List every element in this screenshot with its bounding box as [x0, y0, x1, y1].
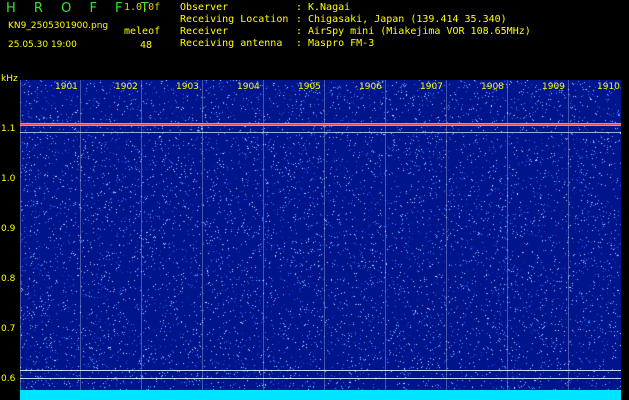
- app-version: 1.0.0f: [124, 2, 161, 13]
- location-key: Receiving Location: [180, 14, 289, 25]
- baseline-strip: [20, 390, 621, 400]
- frequency-unit: kHz: [1, 74, 18, 84]
- minute-gridline: [446, 80, 447, 390]
- time-label: 1907: [420, 82, 443, 92]
- time-label: 1910: [597, 82, 620, 92]
- freq-label: 0.7: [1, 324, 16, 334]
- freq-label: 0.8: [1, 274, 16, 284]
- observation-datetime: 25.05.30 19:00: [8, 40, 77, 50]
- spectrogram: [20, 80, 621, 390]
- freq-label: 0.6: [1, 374, 16, 384]
- observer-sep: :: [296, 2, 303, 13]
- reference-line: [20, 378, 621, 379]
- time-label: 1908: [481, 82, 504, 92]
- observer-key: Observer: [180, 2, 229, 13]
- carrier-line: [20, 123, 621, 126]
- right-margin: [621, 80, 629, 400]
- freq-label: 1.0: [1, 174, 16, 184]
- antenna-sep: :: [296, 38, 303, 49]
- antenna-value: Maspro FM-3: [308, 38, 375, 49]
- minute-gridline: [385, 80, 386, 390]
- receiver-key: Receiver: [180, 26, 229, 37]
- meleof-value: 48: [140, 40, 153, 51]
- time-label: 1901: [55, 82, 78, 92]
- meleof-label: meleof: [124, 26, 161, 37]
- location-value: Chigasaki, Japan (139.414 35.340): [308, 14, 507, 25]
- minute-gridline: [80, 80, 81, 390]
- time-label: 1909: [542, 82, 565, 92]
- receiver-value: AirSpy mini (Miakejima VOR 108.65MHz): [308, 26, 531, 37]
- antenna-key: Receiving antenna: [180, 38, 283, 49]
- time-label: 1902: [115, 82, 138, 92]
- spectrogram-noise: [20, 80, 621, 390]
- reference-line: [20, 370, 621, 371]
- header-panel: H R O F F T 1.0.0f KN9_2505301900.png me…: [0, 0, 629, 84]
- file-name: KN9_2505301900.png: [8, 21, 109, 31]
- minute-gridline: [202, 80, 203, 390]
- time-label: 1905: [298, 82, 321, 92]
- minute-gridline: [507, 80, 508, 390]
- time-label: 1906: [359, 82, 382, 92]
- location-sep: :: [296, 14, 303, 25]
- minute-gridline: [141, 80, 142, 390]
- time-label: 1903: [176, 82, 199, 92]
- freq-label: 0.9: [1, 224, 16, 234]
- minute-gridline: [324, 80, 325, 390]
- time-label: 1904: [237, 82, 260, 92]
- carrier-sideband: [20, 132, 621, 133]
- observer-value: K.Nagai: [308, 2, 351, 13]
- minute-gridline: [20, 80, 21, 390]
- freq-label: 1.1: [1, 124, 16, 134]
- receiver-sep: :: [296, 26, 303, 37]
- minute-gridline: [568, 80, 569, 390]
- minute-gridline: [263, 80, 264, 390]
